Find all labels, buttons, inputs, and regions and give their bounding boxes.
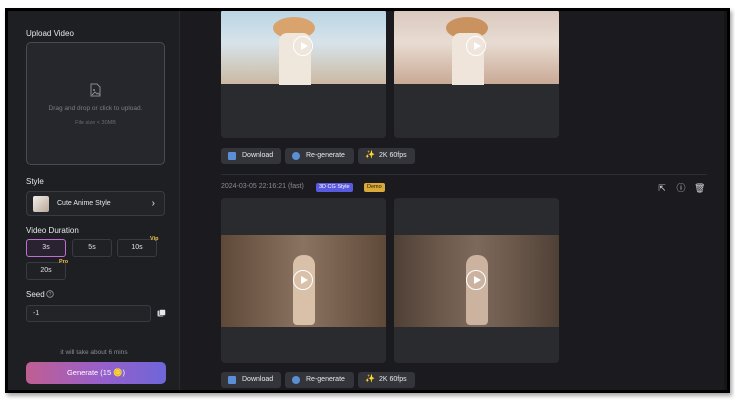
upscale-label: 2K 60fps [379, 152, 407, 159]
video-card-original-2[interactable] [221, 198, 386, 363]
download-icon [228, 152, 236, 160]
style-thumbnail [33, 196, 49, 212]
style-tag: 3D CG Style [316, 183, 353, 192]
upload-dropzone[interactable]: Drag and drop or click to upload. File s… [26, 42, 165, 165]
upload-hint: Drag and drop or click to upload. [48, 105, 143, 112]
video-card-result-1[interactable] [394, 11, 559, 138]
time-estimate: it will take about 6 mins [60, 349, 128, 356]
upscale-label: 2K 60fps [379, 376, 407, 383]
seed-input[interactable]: -1 [26, 305, 151, 322]
play-icon[interactable] [466, 36, 486, 56]
download-label: Download [242, 152, 274, 159]
entry-timestamp: 2024-03-05 22:16:21 (fast) [221, 183, 304, 190]
play-icon[interactable] [293, 270, 313, 290]
upscale-button[interactable]: ✨ 2K 60fps [358, 372, 415, 388]
trash-icon[interactable]: 🗑 [694, 183, 705, 193]
regenerate-icon [292, 376, 300, 384]
generate-button[interactable]: Generate (15 🪙) [26, 362, 166, 384]
video-card-result-2[interactable] [394, 198, 559, 363]
sparkle-icon: ✨ [365, 150, 375, 159]
chevron-right-icon: › [151, 198, 155, 209]
play-icon[interactable] [466, 270, 486, 290]
svg-text:?: ? [49, 292, 52, 298]
duration-option-5s[interactable]: 5s [72, 239, 112, 257]
style-selector[interactable]: Cute Anime Style › [26, 191, 165, 216]
upload-file-icon [90, 83, 101, 97]
download-icon [228, 376, 236, 384]
regenerate-button[interactable]: Re-generate [285, 372, 354, 388]
regenerate-icon [292, 152, 300, 160]
regenerate-button[interactable]: Re-generate [285, 148, 354, 164]
demo-tag: Demo [364, 183, 385, 192]
scrollbar[interactable] [724, 11, 727, 390]
regenerate-label: Re-generate [306, 376, 345, 383]
sidebar: Upload Video Drag and drop or click to u… [8, 11, 180, 390]
help-icon[interactable]: ? [46, 290, 54, 298]
divider [221, 174, 707, 175]
upload-label: Upload Video [26, 29, 74, 38]
duration-option-3s[interactable]: 3s [26, 239, 66, 257]
pro-badge: Pro [59, 259, 69, 265]
info-icon[interactable]: ⓘ [676, 183, 686, 193]
style-name: Cute Anime Style [57, 200, 111, 207]
vip-badge: Vip [150, 236, 159, 242]
results-panel: Download Re-generate ✨ 2K 60fps 2024-03-… [180, 11, 727, 390]
download-button[interactable]: Download [221, 372, 281, 388]
style-label: Style [26, 177, 44, 186]
app-window: Upload Video Drag and drop or click to u… [5, 8, 730, 393]
duration-label: Video Duration [26, 226, 79, 235]
upload-size-limit: File size < 30MB [75, 120, 116, 126]
video-card-original-1[interactable] [221, 11, 386, 138]
download-button[interactable]: Download [221, 148, 281, 164]
sparkle-icon: ✨ [365, 374, 375, 383]
regenerate-label: Re-generate [306, 152, 345, 159]
share-icon[interactable]: ⇱ [657, 183, 667, 193]
play-icon[interactable] [293, 36, 313, 56]
random-seed-icon[interactable] [157, 309, 166, 318]
download-label: Download [242, 376, 274, 383]
seed-label: Seed [26, 290, 45, 299]
upscale-button[interactable]: ✨ 2K 60fps [358, 148, 415, 164]
